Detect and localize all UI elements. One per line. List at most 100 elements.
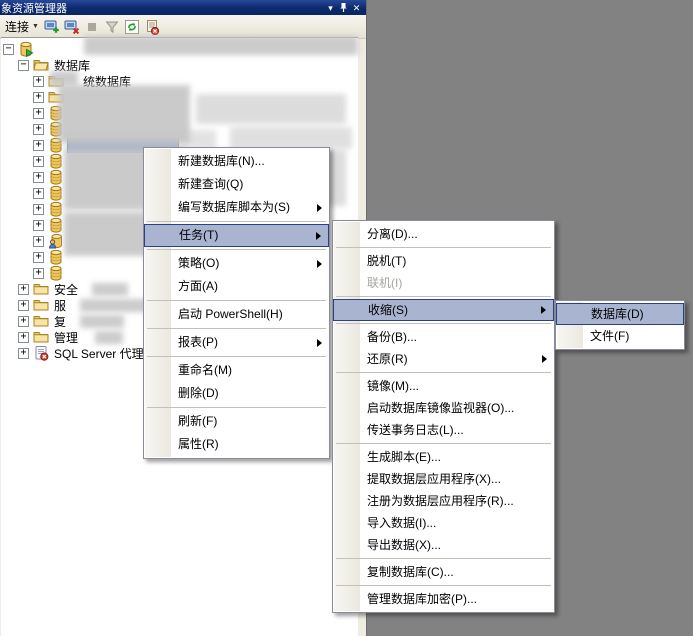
menu-item[interactable]: 生成脚本(E)...	[333, 446, 554, 468]
redacted-text	[80, 299, 150, 312]
submenu-arrow-icon	[316, 231, 321, 240]
menu-separator	[336, 247, 551, 248]
connect-button[interactable]: 连接 ▼	[2, 18, 42, 36]
window-position-icon[interactable]: ▾	[324, 2, 337, 14]
tree-row-label: 安全	[54, 282, 79, 297]
menu-item[interactable]: 删除(D)	[144, 382, 329, 405]
expand-box-icon[interactable]: +	[18, 331, 29, 343]
menu-item[interactable]: 方面(A)	[144, 275, 329, 298]
collapse-box-icon[interactable]: −	[3, 43, 14, 55]
menu-item[interactable]: 注册为数据层应用程序(R)...	[333, 490, 554, 512]
database-icon	[48, 185, 64, 201]
menu-separator	[147, 249, 326, 250]
menu-item[interactable]: 策略(O)	[144, 252, 329, 275]
redacted-text	[95, 331, 123, 344]
folder-icon	[33, 329, 49, 345]
connect-server-icon[interactable]	[43, 18, 61, 36]
menu-item[interactable]: 编写数据库脚本为(S)	[144, 196, 329, 219]
menu-separator	[336, 296, 551, 297]
submenu-arrow-icon	[542, 355, 547, 363]
filter-icon[interactable]	[103, 18, 121, 36]
redacted-text	[50, 71, 78, 86]
menu-item[interactable]: 传送事务日志(L)...	[333, 419, 554, 441]
menu-item[interactable]: 收缩(S)	[333, 299, 554, 321]
menu-item[interactable]: 复制数据库(C)...	[333, 561, 554, 583]
menu-separator	[147, 328, 326, 329]
submenu-arrow-icon	[317, 203, 322, 212]
menu-item[interactable]: 启动数据库镜像监视器(O)...	[333, 397, 554, 419]
expand-box-icon[interactable]: +	[33, 75, 44, 87]
server-icon	[18, 41, 34, 58]
expand-box-icon[interactable]: +	[33, 171, 44, 183]
menu-item[interactable]: 还原(R)	[333, 348, 554, 370]
menu-item[interactable]: 数据库(D)	[556, 303, 684, 325]
menu-item[interactable]: 重命名(M)	[144, 359, 329, 382]
redacted-text	[196, 94, 346, 124]
menu-item[interactable]: 联机(I)	[333, 272, 554, 294]
expand-box-icon[interactable]: +	[33, 107, 44, 119]
folder-icon	[33, 313, 49, 329]
database-icon	[48, 201, 64, 217]
menu-item[interactable]: 管理数据库加密(P)...	[333, 588, 554, 610]
expand-box-icon[interactable]: +	[33, 251, 44, 263]
pin-icon[interactable]	[337, 2, 350, 14]
menu-item[interactable]: 刷新(F)	[144, 410, 329, 433]
expand-box-icon[interactable]: +	[33, 187, 44, 199]
expand-box-icon[interactable]: +	[18, 315, 29, 327]
expand-box-icon[interactable]: +	[33, 219, 44, 231]
context-menu: 新建数据库(N)... 新建查询(Q) 编写数据库脚本为(S) 任务(T) 策略(O) 方…	[143, 147, 330, 459]
expand-box-icon[interactable]: +	[33, 123, 44, 135]
submenu-arrow-icon	[317, 338, 322, 347]
tree-row-label: 管理	[54, 330, 79, 345]
menu-item[interactable]: 任务(T)	[144, 224, 329, 247]
expand-box-icon[interactable]: +	[18, 299, 29, 311]
menu-separator	[336, 443, 551, 444]
connect-dropdown-icon: ▼	[32, 23, 39, 30]
expand-box-icon[interactable]: +	[33, 203, 44, 215]
redacted-text	[80, 315, 124, 328]
menu-item[interactable]: 分离(D)...	[333, 223, 554, 245]
expand-box-icon[interactable]: +	[18, 347, 29, 359]
menu-item[interactable]: 文件(F)	[556, 325, 684, 347]
expand-box-icon[interactable]: +	[33, 155, 44, 167]
collapse-box-icon[interactable]: −	[18, 59, 29, 71]
expand-box-icon[interactable]: +	[33, 91, 44, 103]
redacted-text	[230, 127, 352, 149]
refresh-icon[interactable]	[123, 18, 141, 36]
submenu-arrow-icon	[317, 259, 322, 268]
expand-box-icon[interactable]: +	[33, 235, 44, 247]
redacted-text	[92, 283, 128, 296]
sql-agent-icon	[33, 345, 49, 361]
menu-item[interactable]: 备份(B)...	[333, 326, 554, 348]
menu-separator	[147, 356, 326, 357]
menu-item[interactable]: 镜像(M)...	[333, 375, 554, 397]
menu-separator	[147, 300, 326, 301]
close-icon[interactable]: ✕	[350, 2, 363, 14]
shrink-submenu: 数据库(D) 文件(F)	[555, 300, 685, 350]
database-icon	[48, 265, 64, 281]
expand-box-icon[interactable]: +	[33, 267, 44, 279]
menu-item[interactable]: 导入数据(I)...	[333, 512, 554, 534]
menu-item[interactable]: 启动 PowerShell(H)	[144, 303, 329, 326]
menu-item[interactable]: 提取数据层应用程序(X)...	[333, 468, 554, 490]
expand-box-icon[interactable]: +	[18, 283, 29, 295]
menu-separator	[336, 585, 551, 586]
stop-icon[interactable]	[83, 18, 101, 36]
folder-open-icon	[33, 57, 49, 73]
tree-row-label: SQL Server 代理	[54, 346, 144, 361]
menu-item[interactable]: 导出数据(X)...	[333, 534, 554, 556]
database-icon	[48, 217, 64, 233]
script-error-icon[interactable]	[143, 18, 161, 36]
menu-item[interactable]: 新建查询(Q)	[144, 173, 329, 196]
tasks-submenu: 分离(D)... 脱机(T) 联机(I) 收缩(S) 备份(B)... 还原(R) 镜像(M…	[332, 220, 555, 613]
expand-box-icon[interactable]: +	[33, 139, 44, 151]
menu-item[interactable]: 报表(P)	[144, 331, 329, 354]
menu-separator	[336, 323, 551, 324]
database-icon	[48, 169, 64, 185]
menu-item[interactable]: 新建数据库(N)...	[144, 150, 329, 173]
connect-button-label: 连接	[5, 20, 30, 34]
menu-item[interactable]: 脱机(T)	[333, 250, 554, 272]
menu-separator	[147, 407, 326, 408]
disconnect-server-icon[interactable]	[63, 18, 81, 36]
menu-item[interactable]: 属性(R)	[144, 433, 329, 456]
